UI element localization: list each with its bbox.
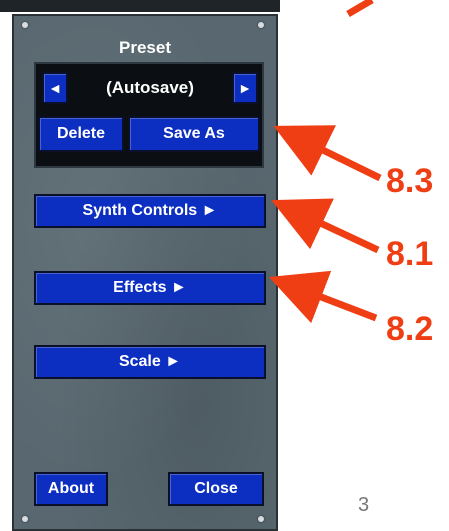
annotation-arrow-synth-controls <box>271 198 380 254</box>
annotation-label-8-2: 8.2 <box>386 310 434 348</box>
annotation-label-8-1: 8.1 <box>386 235 434 273</box>
annotation-arrow-save-as <box>273 125 382 182</box>
annotation-label-8-3: 8.3 <box>386 162 434 200</box>
slide: Preset ◄ (Autosave) ► Delete Save As Syn… <box>0 0 449 531</box>
slide-number: 3 <box>358 494 370 516</box>
annotation-arrow-effects <box>268 270 378 324</box>
annotation-arrow-top <box>346 0 374 18</box>
annotation-arrows <box>268 0 382 324</box>
